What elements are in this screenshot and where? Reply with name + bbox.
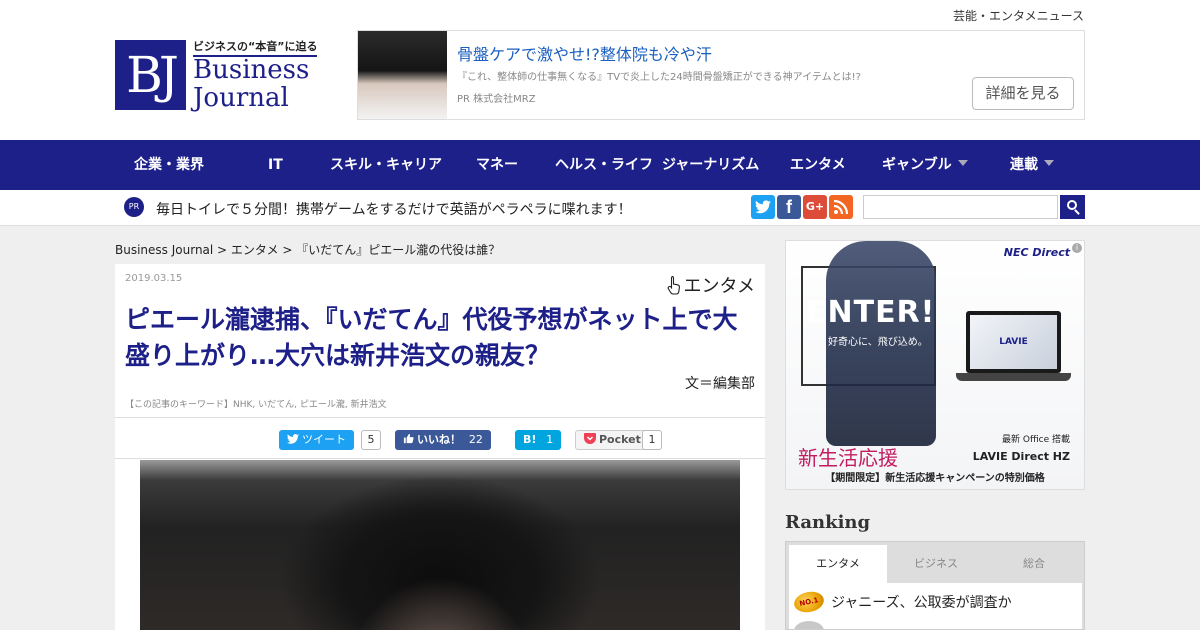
nav-item-label: IT	[268, 157, 283, 173]
ranking-title: Ranking	[785, 512, 871, 533]
logo-name-line2: Journal	[193, 83, 289, 113]
list-item[interactable]: NO.1 ジャニーズ、公取委が調査か	[789, 589, 1082, 615]
ad-info-icon[interactable]: i	[1072, 243, 1082, 253]
pocket-icon	[584, 433, 596, 444]
breadcrumb[interactable]: Business Journal > エンタメ > 『いだてん』ピエール瀧の代役…	[115, 241, 500, 258]
chevron-down-icon	[957, 160, 968, 166]
tweet-label: ツイート	[302, 433, 346, 446]
nav-item-journalism[interactable]: ジャーナリズム	[662, 140, 759, 190]
logo-name: Business Journal	[193, 56, 309, 112]
ad-brand: NEC Direct	[1003, 246, 1070, 259]
top-ad-details-button[interactable]: 詳細を見る	[972, 77, 1074, 110]
article-category-label: エンタメ	[683, 276, 755, 297]
site-header: 芸能・エンタメニュース BJ ビジネスの“本音”に迫る Business Jou…	[0, 0, 1200, 140]
article-byline: 文＝編集部	[685, 376, 755, 392]
laptop-logo: LAVIE	[970, 315, 1057, 369]
pr-bar: PR 毎日トイレで５分間！携帯ゲームをするだけで英語がペラペラに喋れます！ f …	[0, 190, 1200, 226]
rank-medal-icon	[794, 621, 824, 629]
nav-item-label: マネー	[476, 157, 518, 173]
thumbs-up-icon	[403, 433, 414, 444]
top-banner-ad[interactable]: 骨盤ケアで激やせ!?整体院も冷や汗 『これ、整体師の仕事無くなる』TVで炎上した…	[357, 30, 1085, 120]
pointing-hand-icon	[667, 275, 680, 295]
like-button[interactable]: いいね！ 22	[395, 430, 491, 450]
nav-item-label: エンタメ	[790, 157, 846, 173]
sidebar-ad[interactable]: ENTER! 好奇心に、飛び込め。 NEC Direct i LAVIE 新生活…	[785, 240, 1085, 490]
ad-office-note: 最新 Office 搭載	[1002, 435, 1070, 445]
search-input[interactable]	[863, 195, 1058, 219]
ad-headline: ENTER!	[806, 295, 936, 330]
article-category[interactable]: エンタメ	[667, 272, 755, 298]
nav-item-health-life[interactable]: ヘルス・ライフ	[555, 140, 653, 190]
logo-name-line1: Business	[193, 55, 310, 85]
nav-item-money[interactable]: マネー	[476, 140, 518, 190]
main-navigation: 企業・業界 IT スキル・キャリア マネー ヘルス・ライフ ジャーナリズム エン…	[0, 140, 1200, 190]
search-button[interactable]	[1060, 195, 1085, 219]
nav-item-label: 連載	[1010, 157, 1038, 173]
tab-overall[interactable]: 総合	[985, 545, 1083, 583]
ad-campaign: 新生活応援	[798, 446, 898, 470]
ad-offer: 【期間限定】新生活応援キャンペーンの特別価格	[825, 473, 1045, 484]
top-ad-headline[interactable]: 骨盤ケアで激やせ!?整体院も冷や汗	[457, 41, 712, 65]
tweet-button[interactable]: ツイート	[279, 430, 354, 450]
rank-medal-icon: NO.1	[792, 589, 826, 615]
top-ad-description: 『これ、整体師の仕事無くなる』TVで炎上した24時間骨盤矯正ができる神アイテムと…	[457, 72, 861, 83]
top-ad-advertiser: PR 株式会社MRZ	[457, 94, 536, 105]
logo-mark: BJ	[115, 40, 186, 110]
tab-entertainment[interactable]: エンタメ	[789, 545, 887, 583]
like-label: いいね！	[417, 433, 461, 446]
nav-item-label: ギャンブル	[882, 157, 952, 173]
nav-item-skill-career[interactable]: スキル・キャリア	[330, 140, 442, 190]
hatena-bookmark-icon: B!	[523, 433, 537, 446]
laptop-image: LAVIE	[956, 311, 1071, 391]
nav-item-label: ヘルス・ライフ	[555, 157, 653, 173]
tweet-count: 5	[361, 430, 381, 450]
twitter-icon	[287, 434, 299, 444]
ad-model: LAVIE Direct HZ	[972, 450, 1070, 463]
googleplus-icon[interactable]: G+	[803, 195, 827, 219]
pr-link[interactable]: 毎日トイレで５分間！携帯ゲームをするだけで英語がペラペラに喋れます！	[156, 199, 632, 219]
pocket-label: Pocket	[599, 433, 641, 446]
top-ad-thumbnail[interactable]	[358, 31, 447, 119]
ranking-list: NO.1 ジャニーズ、公取委が調査か	[789, 583, 1082, 629]
pocket-count: 1	[642, 430, 662, 450]
nav-item-gambling[interactable]: ギャンブル	[882, 140, 968, 190]
rank-item-title: ジャニーズ、公取委が調査か	[831, 595, 1012, 611]
article-title: ピエール瀧逮捕、『いだてん』代役予想がネット上で大盛り上がり…大穴は新井浩文の親…	[125, 305, 738, 370]
facebook-icon[interactable]: f	[777, 195, 801, 219]
nav-item-it[interactable]: IT	[268, 140, 283, 190]
nav-item-label: 企業・業界	[134, 157, 204, 173]
nav-item-label: スキル・キャリア	[330, 157, 442, 173]
article-keywords[interactable]: 【この記事のキーワード】NHK, いだてん, ピエール瀧, 新井浩文	[125, 397, 387, 410]
hatena-count: 1	[546, 433, 554, 446]
nav-item-series[interactable]: 連載	[1010, 140, 1054, 190]
article-card: 2019.03.15 エンタメ ピエール瀧逮捕、『いだてん』代役予想がネット上で…	[115, 264, 765, 630]
chevron-down-icon	[1044, 160, 1054, 166]
site-logo[interactable]: BJ ビジネスの“本音”に迫る Business Journal	[115, 38, 318, 118]
nav-item-label: ジャーナリズム	[662, 157, 760, 173]
nav-item-business[interactable]: 企業・業界	[134, 140, 204, 190]
tab-business[interactable]: ビジネス	[887, 545, 985, 583]
article-date: 2019.03.15	[125, 273, 183, 284]
pr-badge: PR	[124, 197, 144, 217]
like-count: 22	[468, 433, 483, 446]
nav-item-entertainment[interactable]: エンタメ	[790, 140, 846, 190]
twitter-icon[interactable]	[751, 195, 775, 219]
entertainment-news-link[interactable]: 芸能・エンタメニュース	[953, 7, 1084, 24]
ad-subheadline: 好奇心に、飛び込め。	[828, 337, 928, 348]
rss-icon[interactable]	[829, 195, 853, 219]
pocket-button[interactable]: Pocket	[575, 430, 650, 450]
ranking-widget: エンタメ ビジネス 総合 NO.1 ジャニーズ、公取委が調査か	[785, 541, 1085, 630]
article-photo	[140, 460, 740, 630]
share-bar: ツイート 5 いいね！ 22 B! 1 Pocket 1	[115, 417, 765, 459]
hatena-bookmark-button[interactable]: B! 1	[515, 430, 562, 450]
